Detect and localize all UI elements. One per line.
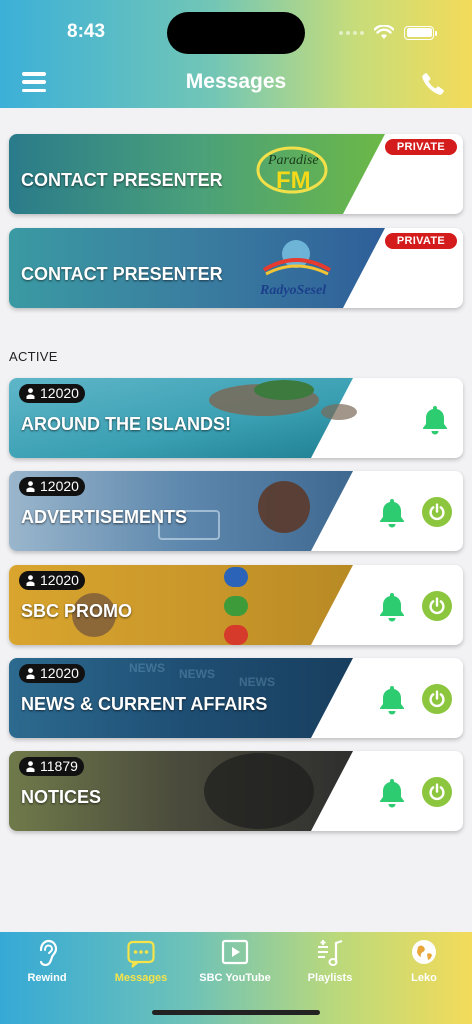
person-icon (26, 481, 35, 492)
battery-icon (404, 25, 437, 40)
svg-text:RadyoSesel: RadyoSesel (259, 283, 326, 298)
bell-icon[interactable] (378, 591, 406, 623)
card-label: CONTACT PRESENTER (21, 170, 223, 190)
private-card-paradise[interactable]: Paradise FM CONTACT PRESENTER PRIVATE (9, 134, 463, 214)
svg-text:NEWS: NEWS (129, 661, 165, 675)
power-button[interactable] (422, 497, 452, 527)
card-label: AROUND THE ISLANDS! (21, 414, 231, 434)
power-icon (429, 690, 445, 708)
person-icon (26, 575, 35, 586)
private-badge: PRIVATE (384, 139, 457, 155)
tab-label: Playlists (307, 972, 353, 984)
power-icon (429, 597, 445, 615)
playlist-icon (318, 939, 343, 966)
bell-icon[interactable] (378, 777, 406, 809)
private-card-radyo-sesel[interactable]: RadyoSesel CONTACT PRESENTER PRIVATE (9, 228, 463, 308)
svg-text:NEWS: NEWS (179, 667, 215, 681)
bell-icon[interactable] (378, 684, 406, 716)
person-icon (26, 761, 35, 772)
status-icons (339, 25, 437, 40)
play-icon (221, 939, 249, 965)
tab-label: SBC YouTube (199, 972, 271, 984)
channel-card-advertisements[interactable]: 12020 ADVERTISEMENTS (9, 471, 463, 551)
card-label: SBC PROMO (21, 601, 133, 621)
status-time: 8:43 (67, 21, 106, 42)
tab-sbc-youtube[interactable]: SBC YouTube (188, 938, 282, 984)
subscriber-count-badge: 12020 (19, 571, 85, 590)
svg-text:FM: FM (276, 167, 311, 194)
power-button[interactable] (422, 591, 452, 621)
globe-icon (412, 940, 436, 964)
tab-label: Rewind (27, 972, 67, 984)
header-bar: 8:43 Messages (0, 0, 472, 108)
signal-icon (339, 30, 364, 35)
card-label: NEWS & CURRENT AFFAIRS (21, 694, 268, 714)
page-title: Messages (185, 70, 287, 93)
bell-icon[interactable] (421, 404, 449, 436)
channel-card-news-current-affairs[interactable]: NEWS NEWS NEWS 12020 NEWS & CURRENT AFFAIR… (9, 658, 463, 738)
tab-label: Messages (114, 972, 168, 984)
home-indicator (152, 1010, 320, 1015)
section-title: ACTIVE (9, 349, 58, 364)
channel-card-notices[interactable]: 11879 NOTICES (9, 751, 463, 831)
tab-leko[interactable]: Leko (377, 938, 471, 984)
subscriber-count-badge: 11879 (19, 757, 84, 776)
ear-icon (39, 939, 58, 967)
card-label: CONTACT PRESENTER (21, 264, 223, 284)
card-label: ADVERTISEMENTS (21, 507, 188, 527)
subscriber-count-badge: 12020 (19, 477, 85, 496)
tab-playlists[interactable]: Playlists (283, 938, 377, 984)
subscriber-count-badge: 12020 (19, 664, 85, 683)
person-icon (26, 668, 35, 679)
power-button[interactable] (422, 684, 452, 714)
phone-icon[interactable] (420, 71, 446, 97)
tab-label: Leko (411, 972, 437, 984)
channel-card-sbc-promo[interactable]: 12020 SBC PROMO (9, 565, 463, 645)
person-icon (26, 388, 35, 399)
svg-text:NEWS: NEWS (239, 675, 275, 689)
channel-card-around-the-islands[interactable]: 12020 AROUND THE ISLANDS! (9, 378, 463, 458)
tab-rewind[interactable]: Rewind (0, 938, 94, 984)
power-button[interactable] (422, 777, 452, 807)
subscriber-count-badge: 12020 (19, 384, 85, 403)
bell-icon[interactable] (378, 497, 406, 529)
wifi-icon (374, 25, 394, 39)
card-label: NOTICES (21, 787, 102, 807)
svg-text:Paradise: Paradise (267, 153, 319, 168)
power-icon (429, 503, 445, 521)
tab-messages[interactable]: Messages (94, 938, 188, 984)
power-icon (429, 783, 445, 801)
private-badge: PRIVATE (384, 233, 457, 249)
chat-icon (127, 940, 155, 968)
dynamic-island (167, 12, 305, 54)
